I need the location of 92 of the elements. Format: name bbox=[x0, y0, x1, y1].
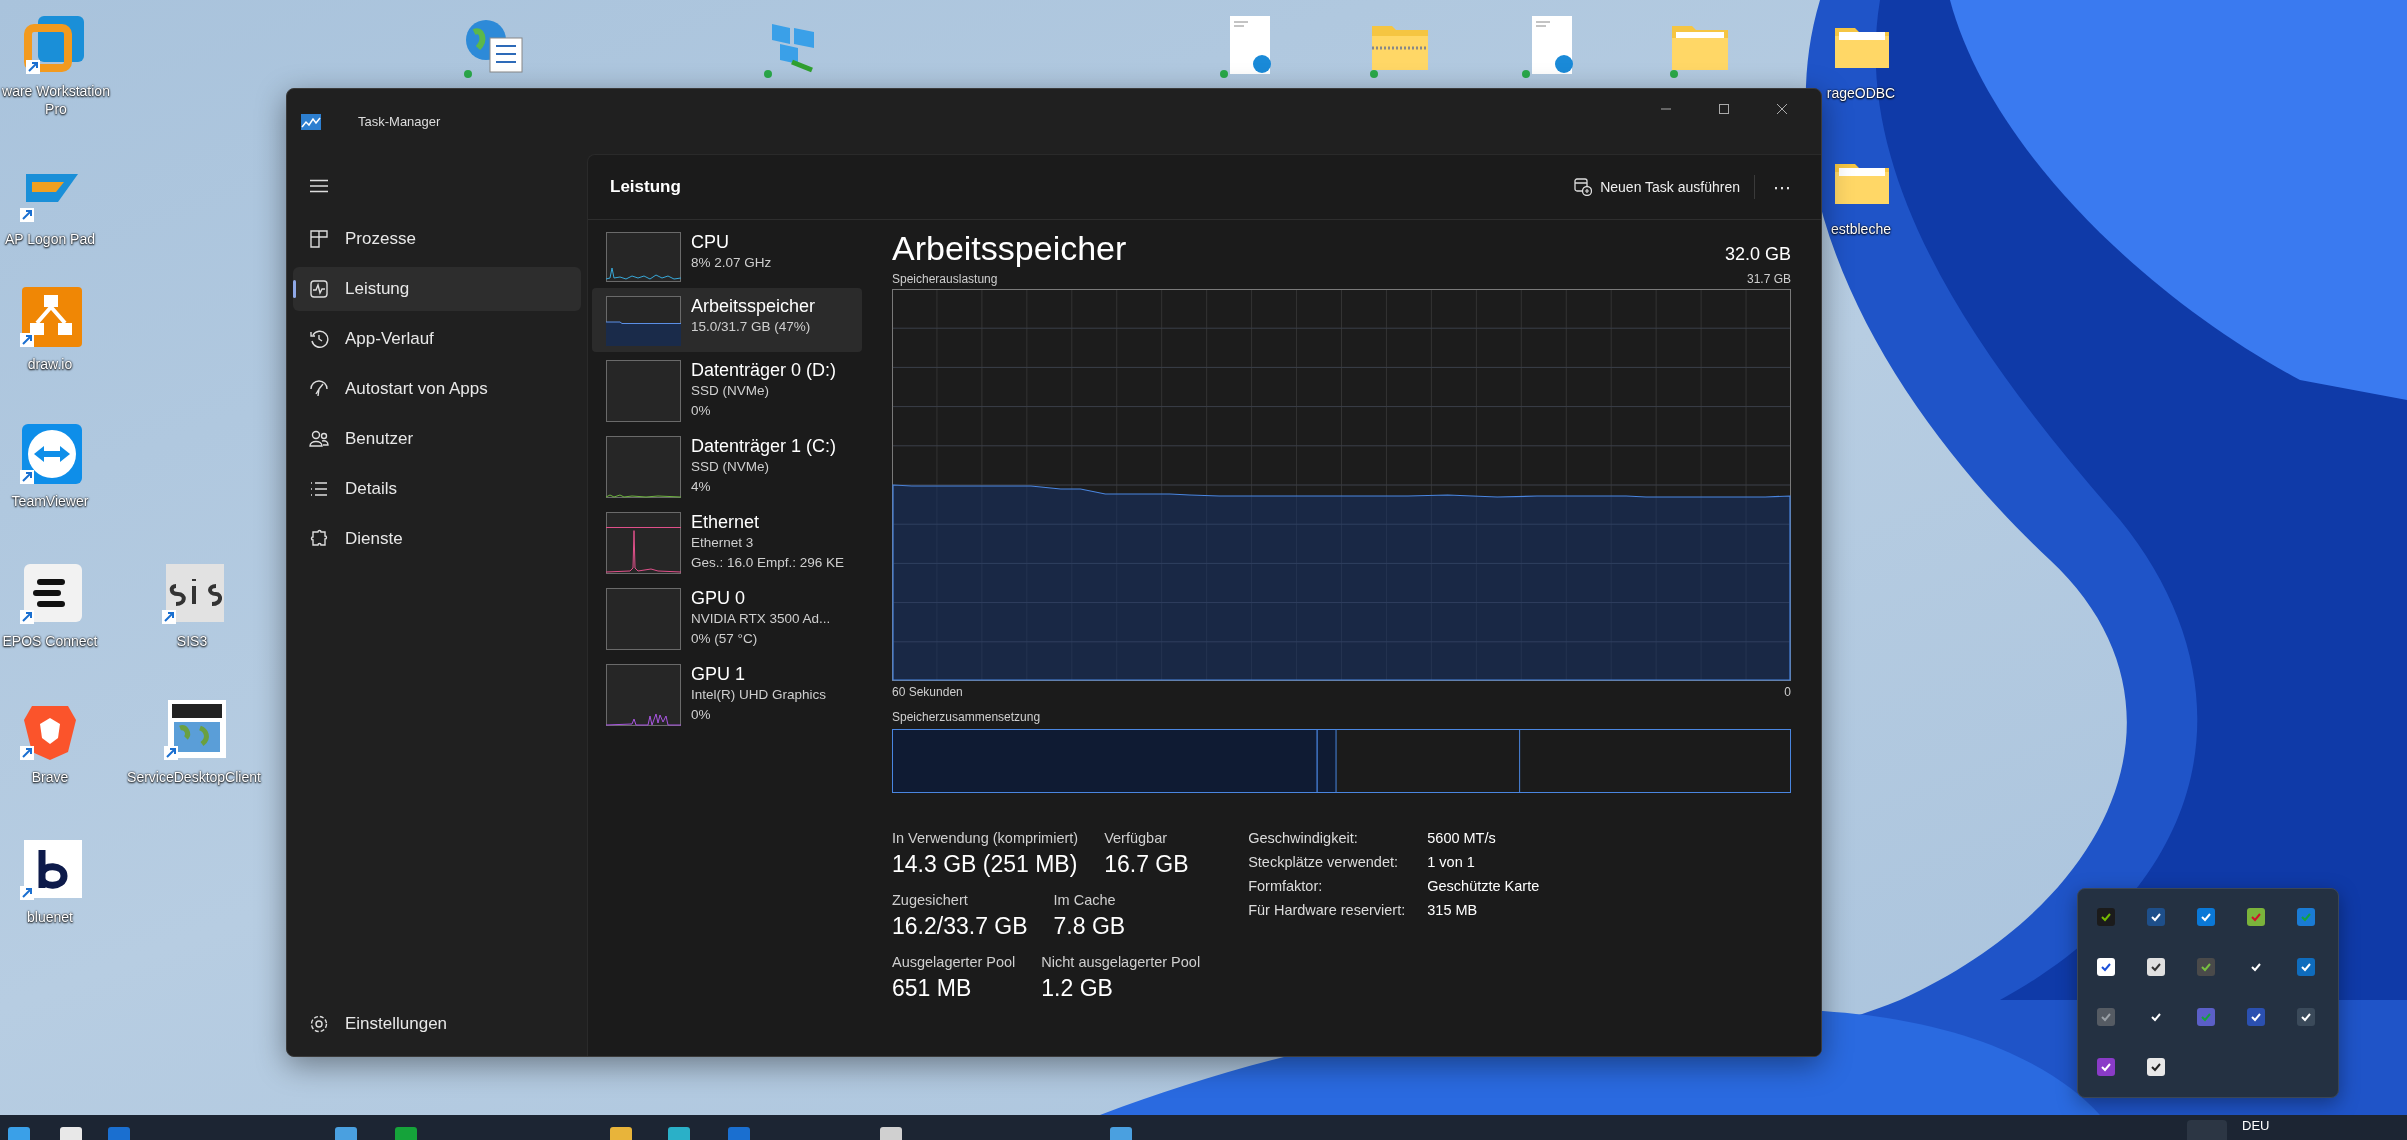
stat-label: Zugesichert bbox=[892, 891, 969, 909]
total-memory: 32.0 GB bbox=[1724, 243, 1791, 266]
stat-label: Nicht ausgelagerter Pool bbox=[1041, 953, 1201, 971]
icon-label: TeamViewer bbox=[11, 492, 89, 510]
app-shortcut-icon[interactable] bbox=[18, 562, 82, 626]
nav-item[interactable]: Prozesse bbox=[293, 217, 581, 261]
property-label: Formfaktor: bbox=[1248, 877, 1324, 895]
device-list-item[interactable]: Ethernet Ethernet 3 Ges.: 16.0 Empf.: 296 KE bbox=[592, 504, 862, 580]
device-list-item[interactable]: Arbeitsspeicher 15.0/31.7 GB (47%) bbox=[592, 288, 862, 352]
device-detail: SSD (NVMe) bbox=[691, 458, 770, 476]
property-value: Geschützte Karte bbox=[1427, 877, 1540, 895]
device-detail: SSD (NVMe) bbox=[691, 382, 770, 400]
graph-label: Speicherauslastung bbox=[892, 272, 998, 286]
device-name: CPU bbox=[691, 232, 730, 253]
device-detail: Intel(R) UHD Graphics bbox=[691, 686, 827, 704]
device-name: GPU 0 bbox=[691, 588, 747, 609]
icon-label: bluenet bbox=[27, 908, 73, 926]
device-detail: 0% bbox=[691, 706, 712, 724]
window-title: Task-Manager bbox=[358, 114, 441, 129]
app-shortcut-icon[interactable] bbox=[160, 562, 224, 626]
stat-label: Verfügbar bbox=[1104, 829, 1169, 847]
device-name: Datenträger 0 (D:) bbox=[691, 360, 837, 381]
app-shortcut-icon[interactable] bbox=[18, 838, 82, 902]
property-label: Für Hardware reserviert: bbox=[1248, 901, 1406, 919]
device-detail: NVIDIA RTX 3500 Ad... bbox=[691, 610, 831, 628]
device-detail: 15.0/31.7 GB (47%) bbox=[691, 318, 812, 336]
icon-label: ware Workstation Pro bbox=[1, 82, 111, 118]
nav-item[interactable]: Autostart von Apps bbox=[293, 367, 581, 411]
menu-icon[interactable] bbox=[309, 179, 329, 193]
list-icon bbox=[309, 479, 329, 499]
stat-value: 1.2 GB bbox=[1041, 974, 1114, 1003]
composition-label: Speicherzusammensetzung bbox=[892, 710, 1041, 724]
property-label: Geschwindigkeit: bbox=[1248, 829, 1359, 847]
icon-label: estbleche bbox=[1831, 220, 1891, 238]
stat-value: 14.3 GB (251 MB) bbox=[892, 850, 1079, 879]
device-list-item[interactable]: CPU 8% 2.07 GHz bbox=[592, 224, 862, 288]
device-detail: Ges.: 16.0 Empf.: 296 KE bbox=[691, 554, 845, 572]
stat-value: 651 MB bbox=[892, 974, 973, 1003]
icon-label: draw.io bbox=[27, 355, 73, 373]
stat-value: 16.2/33.7 GB bbox=[892, 912, 1028, 941]
device-list-item[interactable]: Datenträger 1 (C:) SSD (NVMe) 4% bbox=[592, 428, 862, 504]
device-detail: Ethernet 3 bbox=[691, 534, 755, 552]
x-axis-label: 60 Sekunden bbox=[892, 685, 963, 699]
nav-item[interactable]: Details bbox=[293, 467, 581, 511]
stat-label: In Verwendung (komprimiert) bbox=[892, 829, 1079, 847]
settings-nav-item[interactable]: Einstellungen bbox=[293, 1002, 581, 1046]
people-icon bbox=[309, 429, 329, 449]
stat-value: 7.8 GB bbox=[1053, 912, 1126, 941]
device-name: Arbeitsspeicher bbox=[691, 296, 816, 317]
property-value: 315 MB bbox=[1427, 901, 1479, 919]
icon-label: Brave bbox=[31, 768, 69, 786]
property-label: Steckplätze verwendet: bbox=[1248, 853, 1400, 871]
property-value: 1 von 1 bbox=[1427, 853, 1476, 871]
device-list-item[interactable]: GPU 0 NVIDIA RTX 3500 Ad... 0% (57 °C) bbox=[592, 580, 862, 656]
run-new-task-button[interactable]: Neuen Task ausführen bbox=[1570, 172, 1744, 202]
property-value: 5600 MT/s bbox=[1427, 829, 1497, 847]
device-name: GPU 1 bbox=[691, 664, 747, 685]
pulse-icon bbox=[309, 279, 329, 299]
app-shortcut-icon[interactable] bbox=[162, 698, 226, 762]
nav-item[interactable]: Leistung bbox=[293, 267, 581, 311]
nav-item[interactable]: Dienste bbox=[293, 517, 581, 561]
new-task-icon bbox=[1574, 178, 1593, 196]
device-detail: 4% bbox=[691, 478, 712, 496]
stat-label: Ausgelagerter Pool bbox=[892, 953, 1016, 971]
chart-icon bbox=[301, 113, 321, 130]
stat-label: Im Cache bbox=[1053, 891, 1117, 909]
settings-icon bbox=[309, 1014, 329, 1034]
device-detail: 0% (57 °C) bbox=[691, 630, 759, 648]
device-name: Datenträger 1 (C:) bbox=[691, 436, 837, 457]
device-detail: 0% bbox=[691, 402, 712, 420]
nav-item[interactable]: App-Verlauf bbox=[293, 317, 581, 361]
puzzle-icon bbox=[309, 529, 329, 549]
checkmark-icon[interactable] bbox=[2096, 957, 2116, 977]
device-list-item[interactable]: Datenträger 0 (D:) SSD (NVMe) 0% bbox=[592, 352, 862, 428]
detail-title: Arbeitsspeicher bbox=[892, 228, 1127, 268]
gauge-icon bbox=[309, 379, 329, 399]
language-indicator[interactable]: DEU bbox=[2242, 1118, 2270, 1134]
more-options-button[interactable]: ⋯ bbox=[1765, 172, 1799, 202]
history-icon bbox=[309, 329, 329, 349]
icon-label: ServiceDesktopClient bbox=[127, 768, 261, 786]
icon-label: AP Logon Pad bbox=[4, 230, 95, 248]
graph-max-label: 31.7 GB bbox=[1746, 272, 1791, 286]
icon-label: EPOS Connect bbox=[2, 632, 98, 650]
device-detail: 8% 2.07 GHz bbox=[691, 254, 772, 272]
device-name: Ethernet bbox=[691, 512, 761, 533]
icon-label: rageODBC bbox=[1826, 84, 1896, 102]
nav-item[interactable]: Benutzer bbox=[293, 417, 581, 461]
x-axis-label: 0 bbox=[1784, 685, 1791, 699]
icon-label: SIS3 bbox=[176, 632, 208, 650]
stat-value: 16.7 GB bbox=[1104, 850, 1189, 879]
device-list-item[interactable]: GPU 1 Intel(R) UHD Graphics 0% bbox=[592, 656, 862, 732]
page-title: Leistung bbox=[610, 177, 681, 197]
